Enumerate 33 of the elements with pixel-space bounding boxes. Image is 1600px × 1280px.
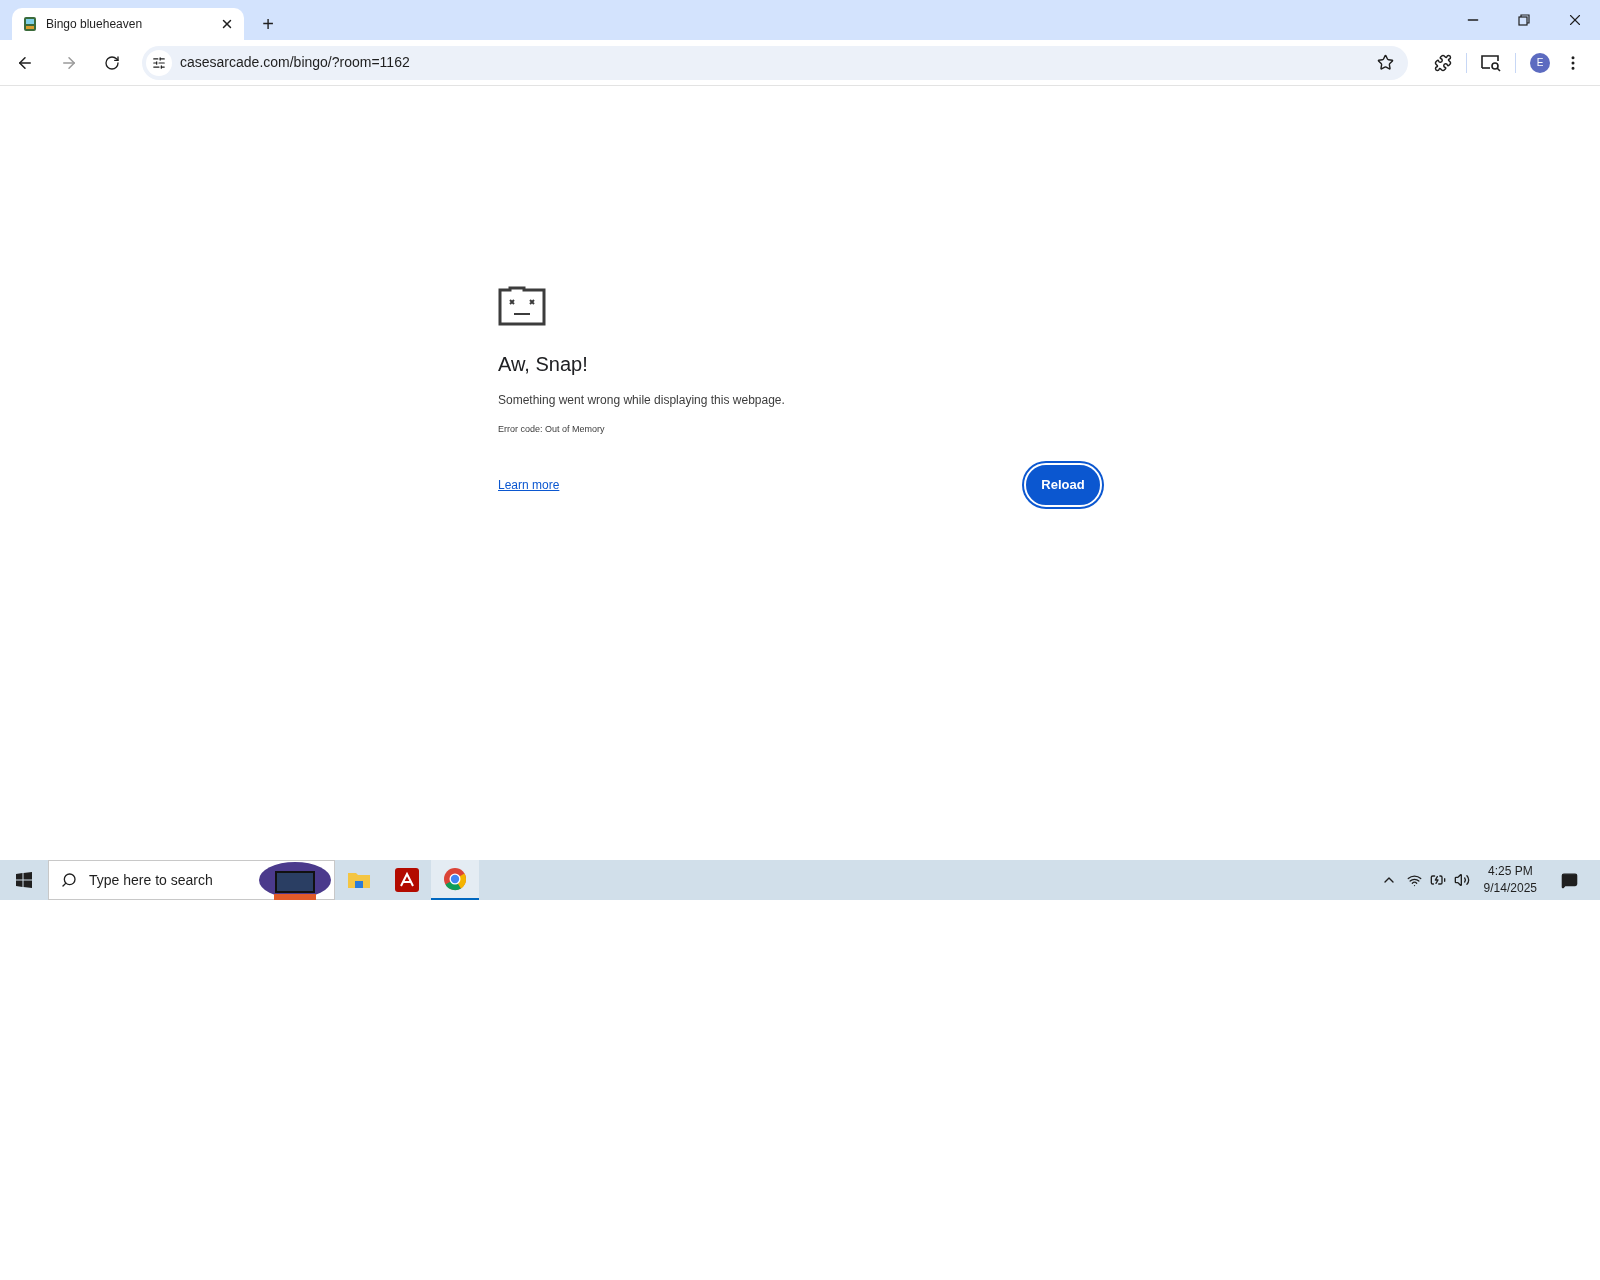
browser-logo-icon bbox=[443, 867, 467, 891]
search-placeholder: Type here to search bbox=[89, 870, 213, 890]
network-icon[interactable] bbox=[1406, 872, 1422, 888]
screen-search-icon[interactable] bbox=[1481, 53, 1501, 72]
sad-folder-icon bbox=[498, 286, 546, 326]
address-bar[interactable]: casesarcade.com/bingo/?room=1162 bbox=[142, 45, 1408, 80]
browser-tab[interactable]: Bingo blueheaven bbox=[12, 8, 244, 40]
close-icon[interactable] bbox=[220, 17, 234, 31]
notification-icon[interactable] bbox=[1561, 871, 1578, 889]
profile-avatar[interactable]: E bbox=[1530, 52, 1550, 73]
favicon-icon bbox=[22, 16, 38, 32]
search-field[interactable]: Type here to search bbox=[48, 860, 335, 900]
clock[interactable]: 4:25 PM 9/14/2025 bbox=[1483, 863, 1537, 897]
error-title: Aw, Snap! bbox=[498, 352, 589, 377]
site-settings-icon[interactable] bbox=[146, 49, 172, 76]
tab-title: Bingo blueheaven bbox=[46, 16, 144, 33]
folder-icon bbox=[347, 870, 371, 890]
learn-more-link[interactable]: Learn more bbox=[498, 475, 560, 494]
reload-button[interactable]: Reload bbox=[1024, 462, 1102, 507]
extensions-icon[interactable] bbox=[1434, 53, 1452, 72]
volume-icon[interactable] bbox=[1453, 872, 1470, 888]
document-icon bbox=[395, 868, 419, 892]
windows-logo-icon[interactable] bbox=[16, 872, 32, 888]
reload-icon[interactable] bbox=[104, 54, 120, 71]
restore-icon[interactable] bbox=[1518, 14, 1530, 26]
bookmark-star-icon[interactable] bbox=[1377, 54, 1394, 71]
battery-icon[interactable] bbox=[1429, 872, 1446, 888]
error-message: Something went wrong while displaying this webpage. bbox=[498, 392, 786, 409]
new-tab-button[interactable]: + bbox=[254, 10, 282, 38]
search-icon bbox=[61, 872, 77, 888]
taskbar-app[interactable] bbox=[431, 860, 479, 900]
url-text: casesarcade.com/bingo/?room=1162 bbox=[180, 53, 411, 72]
error-code: Error code: Out of Memory bbox=[498, 423, 606, 436]
